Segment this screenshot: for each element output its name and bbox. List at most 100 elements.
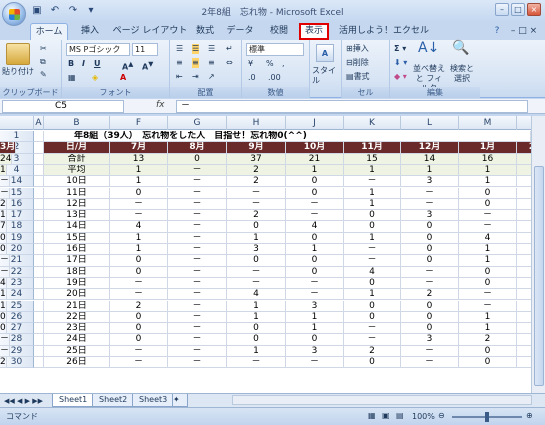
styles-button[interactable]: スタイル xyxy=(312,66,341,86)
cell[interactable] xyxy=(34,244,44,256)
cell[interactable]: 13 xyxy=(110,153,168,165)
cell[interactable]: 4 xyxy=(227,289,286,301)
cell[interactable]: 4 xyxy=(0,277,7,290)
cell[interactable]: 0 xyxy=(0,232,7,244)
cell[interactable]: 17日 xyxy=(44,255,110,267)
cell[interactable]: 1 xyxy=(459,255,517,267)
font-size-select[interactable]: 11 xyxy=(132,43,158,56)
cell[interactable]: － xyxy=(227,266,286,278)
select-all-corner[interactable] xyxy=(0,116,34,130)
insert-sheet-icon[interactable]: ✦ xyxy=(172,394,188,407)
cell[interactable]: 0 xyxy=(344,277,401,290)
cell[interactable]: － xyxy=(401,187,459,199)
cell[interactable]: － xyxy=(168,277,227,290)
cell[interactable]: 16 xyxy=(459,153,517,165)
wrap-text-icon[interactable]: ↵ xyxy=(226,44,233,54)
cell[interactable]: 0 xyxy=(401,255,459,267)
align-left-icon[interactable]: ≡ xyxy=(176,58,183,68)
cell[interactable]: 9月 xyxy=(227,142,286,154)
cell[interactable]: 0 xyxy=(459,198,517,211)
name-box[interactable]: C5 xyxy=(2,100,124,113)
cell[interactable]: － xyxy=(344,323,401,335)
cell[interactable]: 2 xyxy=(110,300,168,312)
cell[interactable] xyxy=(34,357,44,369)
cell[interactable]: － xyxy=(110,289,168,301)
save-icon[interactable]: ▣ xyxy=(30,4,44,18)
column-header-L[interactable]: L xyxy=(401,116,459,130)
cell[interactable]: 0 xyxy=(286,187,344,199)
cell[interactable]: － xyxy=(0,187,11,199)
cell[interactable]: － xyxy=(401,277,459,290)
cell[interactable]: 0 xyxy=(168,153,227,165)
cell[interactable]: － xyxy=(286,198,344,211)
cell[interactable]: 16日 xyxy=(44,244,110,256)
align-bottom-icon[interactable]: ☰ xyxy=(208,44,215,54)
percent-icon[interactable]: % xyxy=(266,59,274,69)
cell[interactable]: 3 xyxy=(286,345,344,357)
cell[interactable]: 1 xyxy=(110,176,168,188)
cell[interactable] xyxy=(34,142,44,154)
cell[interactable]: 1 xyxy=(227,232,286,244)
paste-icon[interactable] xyxy=(6,43,30,65)
cell[interactable]: － xyxy=(168,289,227,301)
cell[interactable]: 3月 xyxy=(0,142,17,154)
cell[interactable] xyxy=(34,334,44,346)
font-name-select[interactable]: MS Pゴシック xyxy=(66,43,130,56)
cell[interactable]: 0 xyxy=(401,300,459,312)
cell[interactable]: 0 xyxy=(286,176,344,188)
cell[interactable]: 0 xyxy=(227,323,286,335)
cell[interactable]: 0 xyxy=(459,357,517,369)
cell[interactable]: 21日 xyxy=(44,300,110,312)
cell[interactable]: 1 xyxy=(0,210,7,222)
bold-button[interactable]: B xyxy=(68,59,74,69)
cell[interactable]: － xyxy=(168,187,227,199)
worksheet-grid[interactable]: ABFGHJKLMN 1 年8組（39人） 忘れ物をした人 目指せ！忘れ物0(^^… xyxy=(0,116,545,393)
cell[interactable]: 1 xyxy=(344,232,401,244)
cell[interactable]: 1 xyxy=(110,244,168,256)
sheet-tab-1[interactable]: Sheet1 xyxy=(52,394,95,407)
cell[interactable]: 0 xyxy=(0,323,7,335)
delete-cells-button[interactable]: ⊟削除 xyxy=(346,58,369,68)
cell[interactable]: 0 xyxy=(286,334,344,346)
cell[interactable]: 22日 xyxy=(44,311,110,324)
cell[interactable]: 1 xyxy=(286,164,344,177)
office-button[interactable] xyxy=(2,2,26,26)
cell[interactable]: 0 xyxy=(286,232,344,244)
cell[interactable]: － xyxy=(286,289,344,301)
column-header-K[interactable]: K xyxy=(344,116,401,130)
cell[interactable]: － xyxy=(286,210,344,222)
underline-button[interactable]: U xyxy=(94,59,101,69)
cell[interactable] xyxy=(34,311,44,324)
tab-excel-tips[interactable]: 活用しよう！エクセル xyxy=(334,23,434,40)
cell[interactable]: 20日 xyxy=(44,289,110,301)
cell[interactable]: － xyxy=(401,345,459,357)
cell[interactable]: 23日 xyxy=(44,323,110,335)
find-select-button[interactable]: 検索と 選択 xyxy=(448,64,476,84)
styles-icon[interactable]: A xyxy=(316,44,334,62)
tab-review[interactable]: 校閲 xyxy=(262,23,296,40)
cell[interactable]: 37 xyxy=(227,153,286,165)
cell[interactable]: 0 xyxy=(344,300,401,312)
undo-icon[interactable]: ↶ xyxy=(48,4,62,18)
cell[interactable]: 3 xyxy=(286,300,344,312)
cell[interactable]: 1 xyxy=(459,323,517,335)
cell[interactable]: － xyxy=(168,300,227,312)
cell[interactable]: 0 xyxy=(344,221,401,233)
cell[interactable]: 0 xyxy=(459,266,517,278)
font-color-icon[interactable]: A xyxy=(120,73,126,83)
merge-icon[interactable]: ⇔ xyxy=(226,58,233,68)
cell[interactable]: 1 xyxy=(459,311,517,324)
tab-insert[interactable]: 挿入 xyxy=(75,23,105,40)
fill-icon[interactable]: ⬇ ▾ xyxy=(394,58,407,68)
cell[interactable]: 8月 xyxy=(168,142,227,154)
cell[interactable]: 0 xyxy=(110,266,168,278)
cell[interactable]: 18日 xyxy=(44,266,110,278)
cell[interactable]: 1 xyxy=(110,164,168,177)
minimize-button[interactable]: – xyxy=(495,3,509,16)
cell[interactable]: － xyxy=(168,266,227,278)
cell[interactable]: － xyxy=(168,255,227,267)
cell[interactable] xyxy=(34,300,44,312)
find-select-icon[interactable]: 🔍 xyxy=(452,41,469,55)
qat-dropdown-icon[interactable]: ▾ xyxy=(84,4,98,18)
cell[interactable]: 1月 xyxy=(459,142,517,154)
